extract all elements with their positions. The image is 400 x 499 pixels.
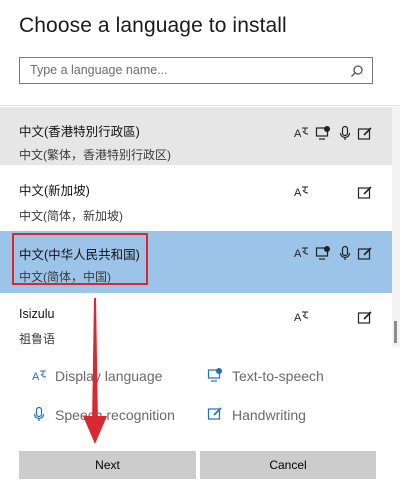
handwriting-icon — [357, 186, 372, 199]
handwriting-icon — [357, 311, 372, 324]
text-to-speech-icon — [315, 126, 330, 140]
search-placeholder: Type a language name... — [30, 63, 168, 77]
language-name: 中文(中华人民共和国) — [19, 248, 140, 262]
svg-text:A: A — [294, 128, 302, 140]
svg-text:A: A — [294, 248, 302, 260]
language-subtitle: 中文(繁体，香港特别行政区) — [19, 148, 171, 162]
legend-handwriting: Handwriting — [232, 407, 306, 423]
display-language-icon: A — [294, 127, 309, 140]
speech-recognition-icon — [339, 125, 351, 140]
legend-text-to-speech: Text-to-speech — [232, 368, 324, 384]
list-scrollbar[interactable] — [392, 107, 400, 347]
display-language-icon: A — [294, 186, 309, 199]
handwriting-icon — [357, 127, 372, 140]
dialog-title: Choose a language to install — [19, 14, 287, 37]
svg-text:A: A — [32, 371, 40, 383]
language-subtitle: 祖鲁语 — [19, 332, 56, 346]
handwriting-icon — [207, 407, 222, 420]
legend-display-language: Display language — [55, 368, 163, 384]
language-list: 中文(香港特別行政區) 中文(繁体，香港特别行政区) A 中文(新加坡) 中文(… — [0, 107, 392, 347]
list-divider — [0, 105, 400, 106]
search-icon[interactable] — [350, 64, 364, 78]
display-language-icon: A — [294, 311, 309, 324]
language-row-zh-sg[interactable]: 中文(新加坡) 中文(简体，新加坡) A — [0, 167, 392, 229]
display-language-icon: A — [294, 247, 309, 260]
svg-text:A: A — [294, 187, 302, 199]
legend-speech-recognition: Speech recognition — [55, 407, 175, 423]
language-row-zh-hk[interactable]: 中文(香港特別行政區) 中文(繁体，香港特别行政区) A — [0, 107, 392, 165]
handwriting-icon — [357, 247, 372, 260]
text-to-speech-icon — [315, 246, 330, 260]
language-subtitle: 中文(简体，中国) — [19, 270, 111, 284]
svg-text:A: A — [294, 312, 302, 324]
language-subtitle: 中文(简体，新加坡) — [19, 209, 123, 223]
language-name: 中文(香港特別行政區) — [19, 125, 140, 139]
language-row-zh-cn[interactable]: 中文(中华人民共和国) 中文(简体，中国) A — [0, 231, 392, 293]
speech-recognition-icon — [33, 406, 45, 421]
language-name: Isizulu — [19, 307, 55, 321]
next-button[interactable]: Next — [19, 451, 196, 479]
text-to-speech-icon — [207, 368, 222, 382]
speech-recognition-icon — [339, 245, 351, 260]
language-name: 中文(新加坡) — [19, 184, 90, 198]
language-search-input[interactable]: Type a language name... — [19, 57, 373, 84]
language-install-dialog: Choose a language to install Type a lang… — [0, 0, 400, 499]
display-language-icon: A — [32, 370, 47, 383]
language-row-isizulu[interactable]: Isizulu 祖鲁语 A — [0, 295, 392, 347]
scrollbar-thumb[interactable] — [394, 321, 397, 343]
cancel-button[interactable]: Cancel — [200, 451, 376, 479]
